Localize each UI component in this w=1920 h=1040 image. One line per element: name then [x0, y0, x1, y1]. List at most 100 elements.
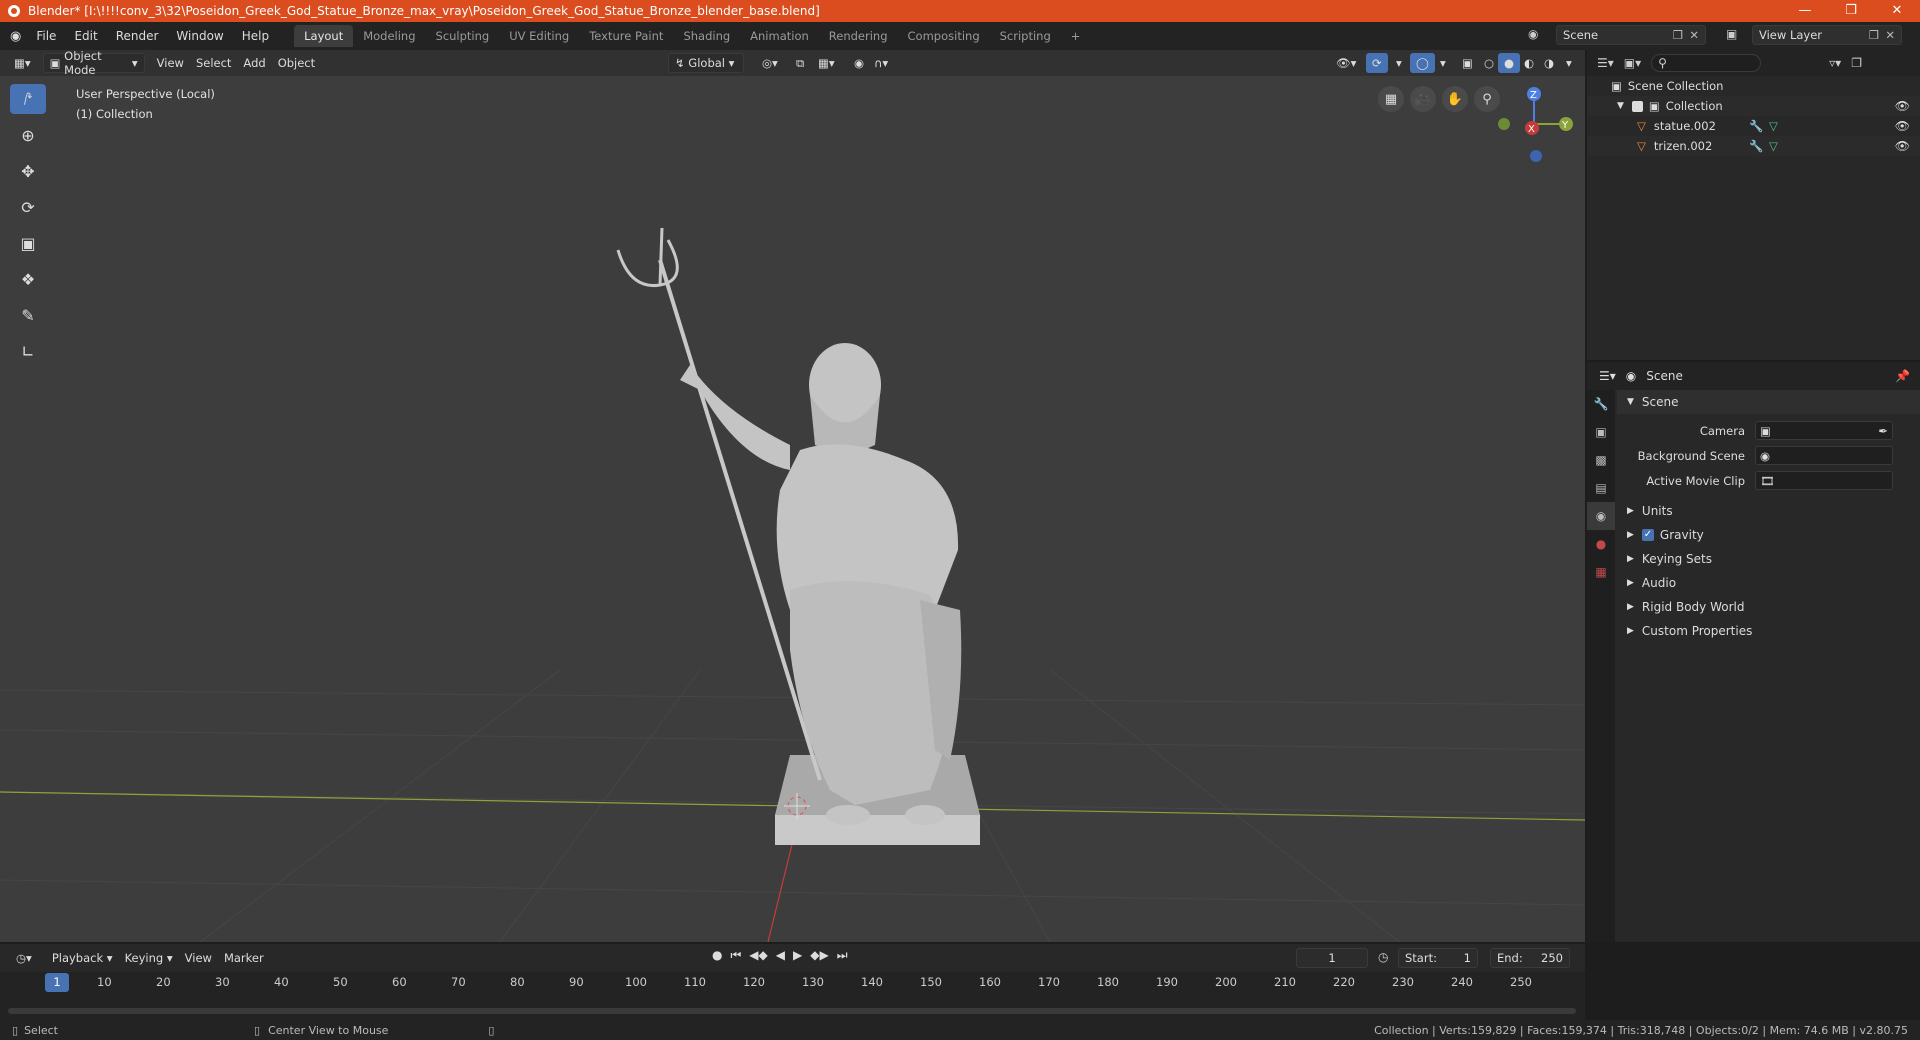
mesh-data-icon[interactable]: ▽ [1769, 139, 1778, 153]
outliner-row-collection[interactable]: ▼ ▣ Collection 👁 [1587, 96, 1920, 116]
eye-icon[interactable]: 👁 [1895, 139, 1910, 153]
tab-compositing[interactable]: Compositing [898, 25, 990, 47]
scene-selector[interactable]: Scene ❐ ✕ [1556, 25, 1706, 45]
tab-sculpting[interactable]: Sculpting [426, 25, 500, 47]
menu-window[interactable]: Window [167, 29, 232, 43]
eyedropper-icon[interactable]: ✒ [1878, 424, 1888, 438]
section-rigid-body-world[interactable]: ▶ Rigid Body World [1617, 595, 1920, 619]
section-audio[interactable]: ▶ Audio [1617, 571, 1920, 595]
output-tab-icon[interactable]: ▩ [1587, 446, 1615, 474]
world-tab-icon[interactable]: ● [1587, 530, 1615, 558]
section-scene[interactable]: ▼ Scene [1617, 390, 1920, 414]
falloff-icon[interactable]: ∩▾ [868, 53, 894, 73]
menu-view[interactable]: View [151, 53, 190, 73]
gravity-checkbox[interactable]: ✓ [1641, 529, 1654, 541]
delete-view-layer-icon[interactable]: ✕ [1885, 28, 1895, 42]
tool-tab-icon[interactable]: 🔧 [1587, 390, 1615, 418]
end-frame-field[interactable]: End: 250 [1490, 948, 1570, 968]
move-tool-icon[interactable]: ✥ [10, 156, 46, 186]
xray-icon[interactable]: ▣ [1456, 53, 1479, 73]
timeline-scrollbar[interactable] [8, 1008, 1576, 1014]
modifier-icon[interactable]: 🔧 [1749, 139, 1763, 153]
transform-tool-icon[interactable]: ❖ [10, 264, 46, 294]
view-layer-selector[interactable]: View Layer ❐ ✕ [1752, 25, 1902, 45]
tab-texture-paint[interactable]: Texture Paint [579, 25, 673, 47]
gizmo-menu-icon[interactable]: ▾ [1390, 53, 1408, 73]
scene-tab-icon[interactable]: ◉ [1587, 502, 1615, 530]
pin-icon[interactable]: 📌 [1895, 369, 1910, 383]
zoom-view-icon[interactable]: ⚲ [1474, 86, 1500, 112]
pivot-point-icon[interactable]: ◎▾ [756, 53, 784, 73]
menu-object[interactable]: Object [272, 53, 321, 73]
close-icon[interactable]: ✕ [1874, 0, 1920, 22]
menu-help[interactable]: Help [233, 29, 278, 43]
auto-keying-icon[interactable]: ● [712, 948, 722, 963]
menu-add[interactable]: Add [237, 53, 271, 73]
scale-tool-icon[interactable]: ▣ [10, 228, 46, 258]
overlays-icon[interactable]: ◯ [1410, 53, 1435, 73]
menu-render[interactable]: Render [107, 29, 168, 43]
menu-select[interactable]: Select [190, 53, 237, 73]
tab-animation[interactable]: Animation [740, 25, 819, 47]
annotate-tool-icon[interactable]: ✎ [10, 300, 46, 330]
blender-menu-icon[interactable]: ◉ [10, 29, 21, 44]
camera-field[interactable]: ▣ ✒ [1755, 421, 1893, 440]
pan-view-icon[interactable]: ✋ [1442, 86, 1468, 112]
minimize-icon[interactable]: — [1782, 0, 1828, 22]
menu-keying[interactable]: Keying ▾ [119, 948, 179, 968]
snap-icon[interactable]: ⧉ [790, 53, 810, 73]
outliner-editor-type-icon[interactable]: ☰▾ [1597, 56, 1614, 70]
eye-icon[interactable]: 👁 [1895, 119, 1910, 133]
tab-rendering[interactable]: Rendering [819, 25, 898, 47]
outliner-search-input[interactable]: ⚲ [1651, 54, 1762, 72]
tab-modeling[interactable]: Modeling [353, 25, 425, 47]
toggle-grid-icon[interactable]: ▦ [1378, 86, 1404, 112]
background-scene-field[interactable]: ◉ [1755, 446, 1893, 465]
jump-keyframe-forward-icon[interactable]: ◆▶ [810, 948, 828, 963]
visibility-icon[interactable]: 👁▾ [1330, 53, 1362, 73]
outliner-row-object[interactable]: ▽ statue.002 🔧 ▽ 👁 [1587, 116, 1920, 136]
play-icon[interactable]: ▶ [793, 948, 802, 963]
section-units[interactable]: ▶ Units [1617, 499, 1920, 523]
cursor-tool-icon[interactable]: ⊕ [10, 120, 46, 150]
menu-file[interactable]: File [27, 29, 65, 43]
tab-layout[interactable]: Layout [294, 25, 354, 47]
section-keying-sets[interactable]: ▶ Keying Sets [1617, 547, 1920, 571]
section-custom-properties[interactable]: ▶ Custom Properties [1617, 619, 1920, 643]
3d-viewport[interactable]: Z Y X ▦▾ ▣ Object Mode ▾ View Select Add… [0, 50, 1585, 942]
current-frame-indicator[interactable]: 1 [45, 973, 69, 992]
filter-icon[interactable]: ▿▾ [1829, 56, 1841, 70]
mode-selector[interactable]: ▣ Object Mode ▾ [42, 50, 145, 77]
timeline-editor-type-icon[interactable]: ◷▾ [10, 948, 38, 968]
menu-marker[interactable]: Marker [218, 948, 270, 968]
rotate-tool-icon[interactable]: ⟳ [10, 192, 46, 222]
jump-start-icon[interactable]: ⏮ [730, 948, 741, 963]
add-workspace-icon[interactable]: + [1061, 25, 1091, 47]
frame-ruler[interactable]: 1 10 20 30 40 50 60 70 80 90 100 110 120 130 140 150 16… [0, 972, 1585, 994]
menu-playback[interactable]: Playback ▾ [46, 948, 119, 968]
properties-editor-type-icon[interactable]: ☰▾ [1599, 369, 1616, 383]
mesh-data-icon[interactable]: ▽ [1769, 119, 1778, 133]
material-shading-icon[interactable]: ◐ [1518, 53, 1540, 73]
view-layer-icon[interactable]: ▣ [1726, 27, 1737, 41]
jump-end-icon[interactable]: ⏭ [837, 948, 848, 963]
active-movie-clip-field[interactable]: 🎞 [1755, 471, 1893, 490]
jump-keyframe-back-icon[interactable]: ◀◆ [749, 948, 767, 963]
select-box-tool-icon[interactable]: ⭚ [10, 84, 46, 114]
proportional-edit-icon[interactable]: ◉ [848, 53, 870, 73]
render-tab-icon[interactable]: ▣ [1587, 418, 1615, 446]
outliner-row-object[interactable]: ▽ trizen.002 🔧 ▽ 👁 [1587, 136, 1920, 156]
shading-menu-icon[interactable]: ▾ [1560, 53, 1578, 73]
menu-edit[interactable]: Edit [65, 29, 106, 43]
current-frame-field[interactable]: 1 [1296, 948, 1368, 968]
tab-shading[interactable]: Shading [673, 25, 740, 47]
expand-icon[interactable]: ▼ [1617, 101, 1624, 111]
play-reverse-icon[interactable]: ◀ [776, 948, 785, 963]
transform-orientation[interactable]: ↯ Global ▾ [668, 53, 744, 73]
editor-type-icon[interactable]: ▦▾ [8, 53, 37, 73]
display-mode-icon[interactable]: ▣▾ [1624, 56, 1641, 70]
section-gravity[interactable]: ▶ ✓ Gravity [1617, 523, 1920, 547]
stopwatch-icon[interactable]: ◷ [1378, 950, 1388, 964]
outliner-row-scene-collection[interactable]: ▣ Scene Collection [1587, 76, 1920, 96]
new-collection-icon[interactable]: ❐ [1851, 56, 1862, 70]
